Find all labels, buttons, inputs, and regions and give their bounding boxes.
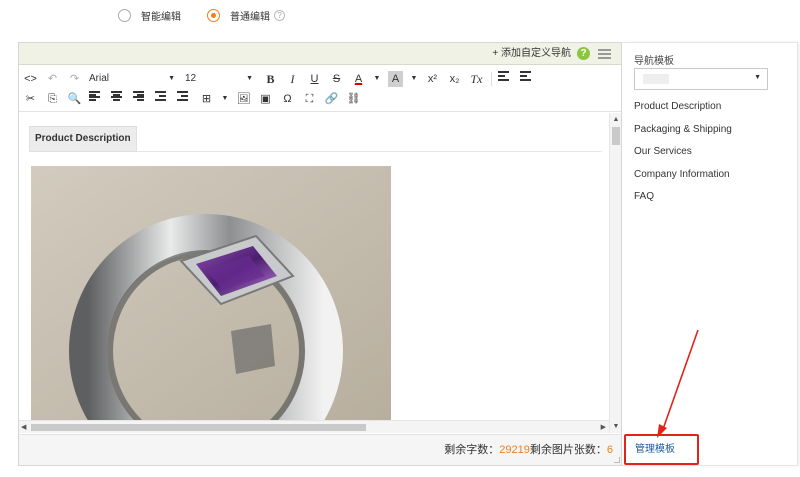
- find-icon[interactable]: 🔍: [67, 91, 82, 107]
- nav-template-panel: 导航模板 ▼ Product Description Packaging & S…: [622, 42, 798, 466]
- scroll-down-icon[interactable]: ▼: [612, 423, 620, 430]
- template-select-value: [643, 74, 669, 84]
- underline-button[interactable]: U: [307, 71, 322, 87]
- bold-button[interactable]: B: [263, 71, 278, 87]
- font-color-button[interactable]: A: [351, 71, 366, 87]
- remaining-images-label: 剩余图片张数：: [529, 444, 607, 456]
- smart-edit-radio[interactable]: [118, 8, 131, 22]
- template-select[interactable]: ▼: [634, 68, 768, 90]
- font-size-select[interactable]: 12 ▼: [185, 71, 253, 87]
- clear-format-button[interactable]: Tx: [469, 71, 484, 87]
- smart-edit-label: 智能编辑: [141, 11, 181, 23]
- menu-icon[interactable]: [598, 49, 611, 59]
- vertical-scrollbar[interactable]: ▲ ▼: [609, 113, 621, 433]
- section-divider: [137, 151, 602, 152]
- rich-text-editor: + 添加自定义导航 ? <> ↶ ↷ Arial ▼ 12 ▼ B I U S …: [18, 42, 622, 466]
- horizontal-scrollbar[interactable]: ◀ ▶: [19, 420, 609, 433]
- chevron-down-icon: ▼: [754, 74, 761, 81]
- remaining-chars-label: 剩余字数：: [444, 444, 500, 456]
- scroll-up-icon[interactable]: ▲: [612, 116, 620, 123]
- chevron-down-icon: ▼: [246, 75, 253, 82]
- align-left-icon[interactable]: [89, 91, 104, 107]
- section-tab-product-description: Product Description: [29, 126, 137, 152]
- horizontal-scroll-thumb[interactable]: [31, 424, 366, 431]
- editor-status-bar: 剩余字数： 29219 剩余图片张数： 6: [19, 434, 621, 465]
- editor-content-area[interactable]: Product Description: [19, 113, 621, 433]
- scroll-right-icon[interactable]: ▶: [601, 423, 606, 431]
- table-dropdown-icon[interactable]: ▼: [221, 91, 229, 107]
- copy-icon[interactable]: ⎘: [45, 91, 60, 107]
- list-item[interactable]: Our Services: [634, 146, 732, 169]
- font-color-dropdown-icon[interactable]: ▼: [373, 71, 381, 87]
- superscript-button[interactable]: x²: [425, 71, 440, 87]
- resize-grip-icon[interactable]: [614, 457, 620, 463]
- bg-color-button[interactable]: A: [388, 71, 403, 87]
- font-family-value: Arial: [89, 73, 110, 84]
- table-icon[interactable]: ⊞: [199, 91, 214, 107]
- insert-image-icon[interactable]: 🖼: [236, 91, 251, 107]
- panel-title: 导航模板: [634, 56, 674, 67]
- help-circle-icon[interactable]: ?: [577, 47, 590, 60]
- remaining-counts: 剩余字数： 29219 剩余图片张数： 6: [444, 435, 613, 466]
- chevron-down-icon: ▼: [168, 75, 175, 82]
- normal-edit-label: 普通编辑: [230, 11, 270, 23]
- preview-icon[interactable]: ▣: [258, 91, 273, 107]
- help-icon[interactable]: ?: [274, 9, 285, 21]
- add-custom-nav-button[interactable]: + 添加自定义导航: [492, 43, 571, 65]
- align-center-icon[interactable]: [111, 91, 126, 107]
- template-section-list: Product Description Packaging & Shipping…: [634, 101, 732, 214]
- toolbar-divider: [491, 72, 492, 86]
- fullscreen-icon[interactable]: ⛶: [302, 91, 317, 107]
- bullet-list-icon[interactable]: [498, 71, 513, 87]
- special-char-button[interactable]: Ω: [280, 91, 295, 107]
- source-code-icon[interactable]: <>: [23, 71, 38, 87]
- align-right-icon[interactable]: [133, 91, 148, 107]
- font-family-select[interactable]: Arial ▼: [89, 71, 175, 87]
- edit-mode-selector: 智能编辑 普通编辑 ?: [118, 6, 311, 24]
- remaining-chars-value: 29219: [499, 444, 530, 456]
- manage-template-link[interactable]: 管理模板: [624, 434, 699, 465]
- list-item[interactable]: FAQ: [634, 191, 732, 214]
- editor-toolbar: <> ↶ ↷ Arial ▼ 12 ▼ B I U S A ▼ A ▼ x² x…: [19, 66, 621, 112]
- italic-button[interactable]: I: [285, 71, 300, 87]
- font-size-value: 12: [185, 73, 197, 84]
- product-image[interactable]: [31, 166, 391, 426]
- strikethrough-button[interactable]: S: [329, 71, 344, 87]
- scroll-left-icon[interactable]: ◀: [21, 423, 26, 431]
- unlink-icon[interactable]: ⛓: [346, 91, 361, 107]
- ring-photo-icon: [31, 166, 391, 426]
- outdent-icon[interactable]: [155, 91, 170, 107]
- bg-color-dropdown-icon[interactable]: ▼: [410, 71, 418, 87]
- list-item[interactable]: Product Description: [634, 101, 732, 124]
- numbered-list-icon[interactable]: [520, 71, 535, 87]
- normal-edit-option[interactable]: 普通编辑 ?: [207, 8, 285, 23]
- list-item[interactable]: Company Information: [634, 169, 732, 192]
- subscript-button[interactable]: x₂: [447, 71, 462, 87]
- normal-edit-radio[interactable]: [207, 8, 220, 22]
- remaining-images-value: 6: [606, 444, 613, 456]
- redo-icon[interactable]: ↷: [67, 71, 82, 87]
- undo-icon[interactable]: ↶: [45, 71, 60, 87]
- vertical-scroll-thumb[interactable]: [612, 127, 620, 145]
- custom-nav-bar: + 添加自定义导航 ?: [19, 43, 621, 65]
- list-item[interactable]: Packaging & Shipping: [634, 124, 732, 147]
- indent-icon[interactable]: [177, 91, 192, 107]
- cut-icon[interactable]: ✂: [23, 91, 38, 107]
- link-icon[interactable]: 🔗: [324, 91, 339, 107]
- smart-edit-option[interactable]: 智能编辑: [118, 8, 181, 23]
